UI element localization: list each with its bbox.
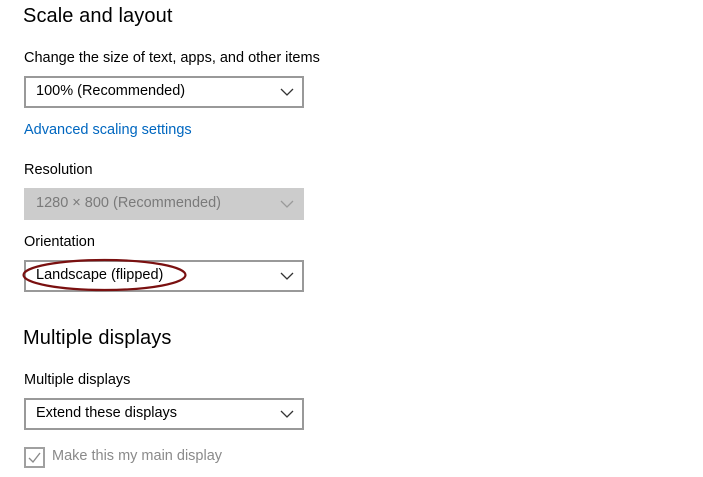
resolution-dropdown: 1280 × 800 (Recommended) (24, 188, 304, 220)
multiple-displays-dropdown[interactable]: Extend these displays (24, 398, 304, 430)
multiple-displays-label: Multiple displays (24, 372, 131, 388)
main-display-label: Make this my main display (52, 448, 223, 464)
orientation-dropdown[interactable]: Landscape (flipped) (24, 260, 304, 292)
main-display-checkbox[interactable] (24, 447, 45, 468)
chevron-down-icon (280, 272, 294, 280)
chevron-down-icon (280, 410, 294, 418)
checkmark-icon (28, 452, 41, 464)
orientation-label: Orientation (24, 234, 95, 250)
resolution-dropdown-value: 1280 × 800 (Recommended) (36, 195, 221, 211)
scale-dropdown-value: 100% (Recommended) (36, 83, 186, 99)
multiple-displays-dropdown-value: Extend these displays (36, 405, 178, 421)
resolution-label: Resolution (24, 162, 93, 178)
scale-dropdown[interactable]: 100% (Recommended) (24, 76, 304, 108)
multiple-displays-heading: Multiple displays (23, 327, 172, 349)
chevron-down-icon (280, 88, 294, 96)
display-settings-page: Scale and layout Change the size of text… (0, 0, 703, 477)
chevron-down-icon (280, 200, 294, 208)
scale-label: Change the size of text, apps, and other… (24, 50, 320, 66)
orientation-dropdown-value: Landscape (flipped) (36, 267, 164, 283)
advanced-scaling-link[interactable]: Advanced scaling settings (24, 122, 192, 138)
scale-layout-heading: Scale and layout (23, 5, 173, 27)
